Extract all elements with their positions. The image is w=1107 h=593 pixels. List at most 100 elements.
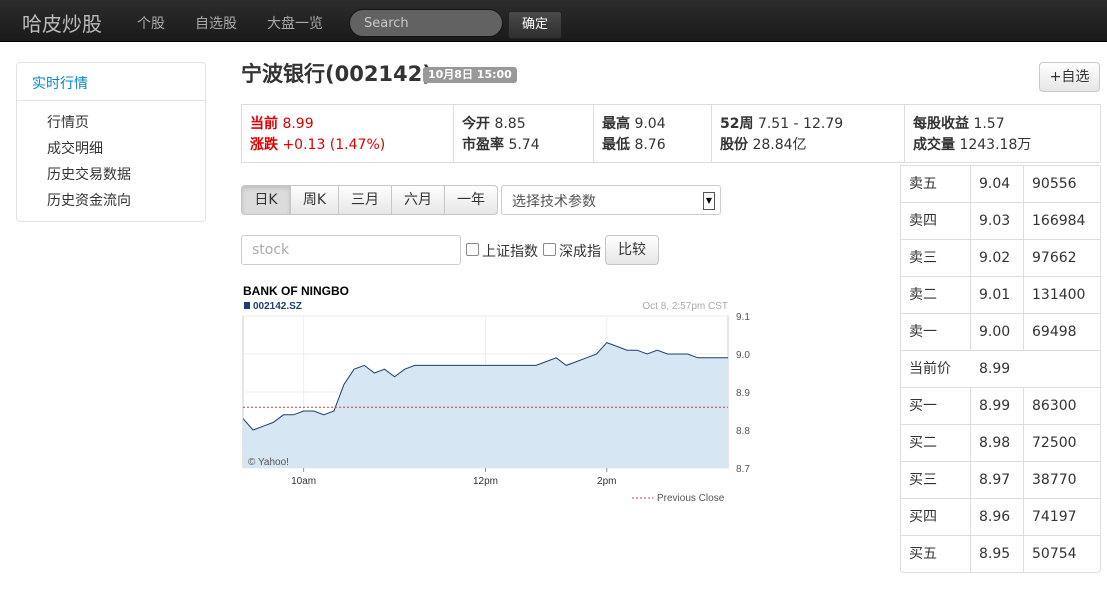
order-book-row: 买四 8.96 74197 — [901, 499, 1100, 536]
order-book-volume: 69498 — [1032, 324, 1077, 340]
period-button-weekly[interactable]: 周K — [290, 185, 339, 215]
confirm-button[interactable]: 确定 — [508, 11, 562, 39]
period-button-1year[interactable]: 一年 — [444, 185, 498, 215]
order-book-volume: 86300 — [1032, 398, 1077, 414]
low-value: 8.76 — [634, 137, 666, 153]
order-book-label: 买二 — [901, 425, 971, 461]
x-axis-ticks: 10am 12pm 2pm — [291, 468, 616, 487]
y-tick-label: 8.7 — [736, 464, 750, 475]
intraday-chart: BANK OF NINGBO 002142.SZ Oct 8, 2:57pm C… — [242, 284, 750, 504]
order-book: 卖五 9.04 90556 卖四 9.03 166984 卖三 9.02 97662 卖二 9.01… — [900, 165, 1101, 573]
order-book-price: 9.04 — [971, 166, 1024, 202]
order-book-row: 卖二 9.01 131400 — [901, 277, 1100, 314]
order-book-price: 9.01 — [971, 277, 1024, 313]
high-value: 9.04 — [634, 116, 666, 132]
order-book-row: 卖四 9.03 166984 — [901, 203, 1100, 240]
info-cell-high-low: 最高 9.04 最低 8.76 — [594, 105, 712, 162]
order-book-row: 卖一 9.00 69498 — [901, 314, 1100, 351]
page-title: 宁波银行(002142) — [241, 62, 432, 86]
order-book-label: 买一 — [901, 388, 971, 424]
sidebar-header-realtime[interactable]: 实时行情 — [17, 63, 205, 101]
y-tick-label: 9.0 — [736, 350, 750, 361]
period-button-3month[interactable]: 三月 — [338, 185, 392, 215]
shanghai-index-label: 上证指数 — [482, 244, 538, 260]
order-book-label: 当前价 — [909, 361, 951, 377]
shares-label: 股份 — [720, 137, 748, 153]
y-tick-label: 8.8 — [736, 426, 750, 437]
time-badge: 10月8日 15:00 — [423, 67, 517, 83]
indicator-select[interactable]: 选择技术参数 ▼ — [501, 185, 721, 215]
period-button-6month[interactable]: 六月 — [391, 185, 445, 215]
stock-compare-input[interactable] — [241, 235, 461, 265]
series-name: 002142.SZ — [253, 301, 302, 312]
current-price-label: 当前 — [250, 116, 278, 132]
week52-label: 52周 — [720, 116, 754, 132]
order-book-row: 买二 8.98 72500 — [901, 425, 1100, 462]
volume-label: 成交量 — [913, 137, 955, 153]
info-cell-open: 今开 8.85 市盈率 5.74 — [454, 105, 594, 162]
nav-link-watchlist[interactable]: 自选股 — [195, 13, 237, 33]
order-book-price: 8.97 — [971, 462, 1024, 498]
y-axis-ticks: 9.1 9.0 8.9 8.8 8.7 — [736, 312, 750, 475]
search-input[interactable] — [349, 9, 503, 37]
volume-value: 1243.18万 — [959, 137, 1032, 153]
add-watchlist-button[interactable]: +自选 — [1039, 62, 1100, 92]
order-book-price: 8.99 — [971, 388, 1024, 424]
brand-logo[interactable]: 哈皮炒股 — [22, 8, 102, 37]
order-book-row: 买五 8.95 50754 — [901, 536, 1100, 573]
chart-title: BANK OF NINGBO — [243, 284, 349, 298]
order-book-row: 买三 8.97 38770 — [901, 462, 1100, 499]
order-book-label: 卖三 — [901, 240, 971, 276]
series-swatch-icon — [244, 302, 250, 309]
order-book-row: 卖五 9.04 90556 — [901, 166, 1100, 203]
info-cell-52week: 52周 7.51 - 12.79 股份 28.84亿 — [712, 105, 905, 162]
indicator-select-value: 选择技术参数 — [512, 194, 596, 210]
order-book-volume: 74197 — [1032, 509, 1077, 525]
order-book-volume: 38770 — [1032, 472, 1077, 488]
x-tick-label: 10am — [291, 476, 316, 487]
legend-previous-close: Previous Close — [657, 493, 725, 504]
shanghai-index-checkbox[interactable] — [466, 243, 479, 256]
open-value: 8.85 — [494, 116, 526, 132]
order-book-label: 买五 — [901, 536, 971, 573]
order-book-label: 买四 — [901, 499, 971, 535]
current-price-value: 8.99 — [282, 116, 314, 132]
change-label: 涨跌 — [250, 137, 278, 153]
sidebar-list: 行情页 成交明细 历史交易数据 历史资金流向 — [17, 101, 205, 214]
open-label: 今开 — [462, 116, 490, 132]
order-book-label: 卖五 — [901, 166, 971, 202]
compare-button[interactable]: 比较 — [605, 235, 659, 265]
chart-credit: © Yahoo! — [248, 457, 289, 468]
info-cell-eps: 每股收益 1.57 成交量 1243.18万 — [905, 105, 1100, 162]
nav-link-market-overview[interactable]: 大盘一览 — [267, 13, 323, 33]
dropdown-arrow-icon: ▼ — [703, 192, 715, 210]
order-book-row: 当前价 8.99 — [901, 351, 1100, 388]
order-book-row: 买一 8.99 86300 — [901, 388, 1100, 425]
period-button-daily[interactable]: 日K — [241, 185, 291, 215]
info-cell-price: 当前 8.99 涨跌 +0.13 (1.47%) — [242, 105, 454, 162]
stock-info-table: 当前 8.99 涨跌 +0.13 (1.47%) 今开 8.85 市盈率 5.7… — [241, 104, 1101, 163]
order-book-price: 9.03 — [971, 203, 1024, 239]
order-book-volume: 90556 — [1032, 176, 1077, 192]
eps-label: 每股收益 — [913, 116, 969, 132]
sidebar-item-quote-page[interactable]: 行情页 — [17, 110, 205, 136]
order-book-price: 8.98 — [971, 425, 1024, 461]
order-book-price: 9.02 — [971, 240, 1024, 276]
shenzhen-index-checkbox[interactable] — [543, 243, 556, 256]
pe-value: 5.74 — [508, 137, 540, 153]
order-book-price: 8.95 — [971, 536, 1024, 573]
x-tick-label: 12pm — [473, 476, 498, 487]
pe-label: 市盈率 — [462, 137, 504, 153]
nav-link-stock[interactable]: 个股 — [137, 13, 165, 33]
sidebar-item-trade-details[interactable]: 成交明细 — [17, 136, 205, 162]
sidebar-item-historical-trades[interactable]: 历史交易数据 — [17, 162, 205, 188]
order-book-label: 卖二 — [901, 277, 971, 313]
order-book-volume: 97662 — [1032, 250, 1077, 266]
y-tick-label: 8.9 — [736, 388, 750, 399]
sidebar: 实时行情 行情页 成交明细 历史交易数据 历史资金流向 — [16, 62, 206, 222]
sidebar-item-capital-flow[interactable]: 历史资金流向 — [17, 188, 205, 214]
high-label: 最高 — [602, 116, 630, 132]
order-book-volume: 50754 — [1032, 546, 1077, 562]
period-button-group: 日K 周K 三月 六月 一年 — [241, 185, 498, 215]
y-tick-label: 9.1 — [736, 312, 750, 323]
